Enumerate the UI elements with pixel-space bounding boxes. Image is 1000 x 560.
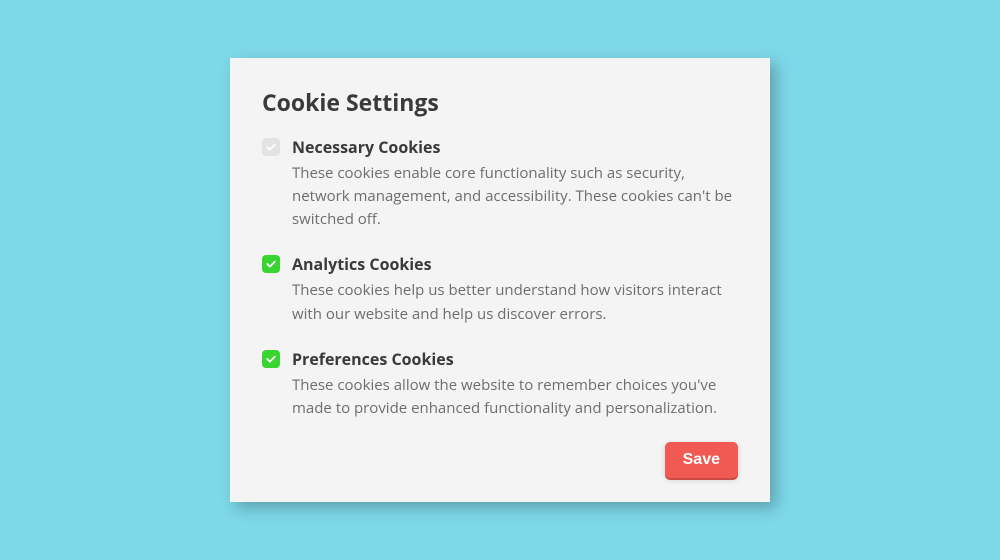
option-title: Necessary Cookies [292,136,738,158]
option-title: Preferences Cookies [292,348,738,370]
option-analytics: Analytics Cookies These cookies help us … [262,253,738,326]
card-title: Cookie Settings [262,86,738,118]
check-icon [265,353,277,365]
option-body: Analytics Cookies These cookies help us … [292,253,738,326]
option-preferences: Preferences Cookies These cookies allow … [262,348,738,421]
save-button[interactable]: Save [665,442,738,478]
option-description: These cookies enable core functionality … [292,162,738,232]
actions-row: Save [262,442,738,478]
necessary-checkbox [262,138,280,156]
option-description: These cookies allow the website to remem… [292,374,738,421]
check-icon [265,141,277,153]
check-icon [265,258,277,270]
analytics-checkbox[interactable] [262,255,280,273]
option-description: These cookies help us better understand … [292,279,738,326]
cookie-settings-card: Cookie Settings Necessary Cookies These … [230,58,770,503]
option-necessary: Necessary Cookies These cookies enable c… [262,136,738,232]
option-title: Analytics Cookies [292,253,738,275]
preferences-checkbox[interactable] [262,350,280,368]
option-body: Necessary Cookies These cookies enable c… [292,136,738,232]
option-body: Preferences Cookies These cookies allow … [292,348,738,421]
